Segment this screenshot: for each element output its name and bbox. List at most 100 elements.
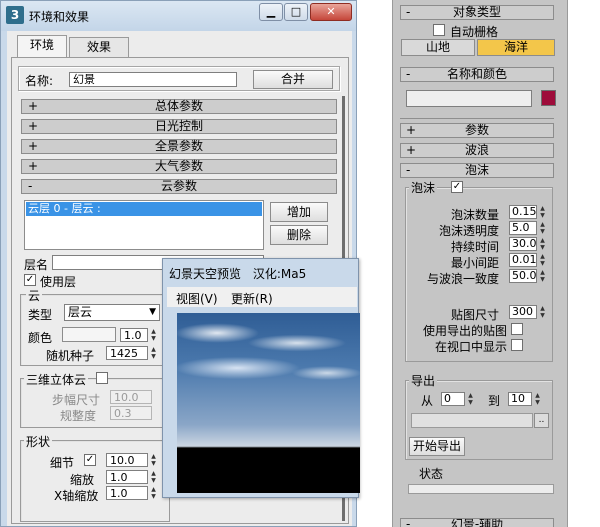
regularity-input[interactable]: 0.3 <box>110 406 152 420</box>
show-in-viewport-label: 在视口中显示 <box>434 340 507 354</box>
rollout-daylight-control[interactable]: + 日光控制 <box>21 119 337 134</box>
seed-input[interactable]: 1425 <box>106 346 148 360</box>
type-select[interactable]: 层云 ▼ <box>64 304 160 321</box>
tab-environment[interactable]: 环境 <box>17 35 67 58</box>
start-export-button[interactable]: 开始导出 <box>409 437 465 456</box>
expand-icon: + <box>28 139 39 153</box>
type-label: 类型 <box>28 308 53 322</box>
detail-checkbox[interactable]: ✓ <box>84 454 96 466</box>
auto-grid-checkbox[interactable] <box>433 24 445 36</box>
tab-effects[interactable]: 效果 <box>69 37 129 58</box>
expand-icon: + <box>28 99 39 113</box>
rollout-label: 云参数 <box>160 179 197 193</box>
expand-icon: + <box>28 119 39 133</box>
preview-title-text: 幻景天空预览 <box>169 267 242 281</box>
expand-icon: + <box>406 143 417 157</box>
rollout-foam[interactable]: - 泡沫 <box>400 163 554 178</box>
x-scale-input[interactable]: 1.0 <box>106 486 148 500</box>
map-size-input[interactable]: 300 <box>509 305 537 319</box>
rollout-waves[interactable]: + 波浪 <box>400 143 554 158</box>
rollout-general-params[interactable]: + 总体参数 <box>21 99 337 114</box>
rollout-cloud-params[interactable]: - 云参数 <box>21 179 337 194</box>
from-frame-input[interactable]: 0 <box>441 392 465 406</box>
scale-spinner[interactable]: ▲ ▼ <box>149 470 158 484</box>
export-path-input[interactable] <box>411 413 533 428</box>
maximize-button[interactable]: □ <box>284 3 308 21</box>
duration-label: 持续时间 <box>450 240 499 254</box>
detail-input[interactable]: 10.0 <box>106 453 148 467</box>
to-frame-spinner[interactable]: ▲ ▼ <box>533 392 542 406</box>
use-exported-map-checkbox[interactable] <box>511 323 523 335</box>
rollout-name-color[interactable]: - 名称和颜色 <box>400 67 554 82</box>
volumetric-cloud-checkbox[interactable] <box>96 372 108 384</box>
x-scale-spinner[interactable]: ▲ ▼ <box>149 486 158 500</box>
use-layer-checkbox[interactable]: ✓ <box>24 274 36 286</box>
rollout-helper[interactable]: - 幻景-辅助 <box>400 518 554 527</box>
rollout-panorama-params[interactable]: + 全景参数 <box>21 139 337 154</box>
to-frame-input[interactable]: 10 <box>508 392 532 406</box>
detail-spinner[interactable]: ▲ ▼ <box>149 453 158 467</box>
rollout-label: 泡沫 <box>464 163 489 177</box>
expand-icon: + <box>28 159 39 173</box>
close-button[interactable]: ✕ <box>310 3 352 21</box>
rollout-label: 幻景-辅助 <box>450 518 504 527</box>
collapse-icon: - <box>406 5 411 19</box>
step-size-label: 步幅尺寸 <box>52 393 101 407</box>
list-item-selected[interactable]: 云层 0 - 层云 : <box>26 202 262 216</box>
wave-conformity-spinner[interactable]: ▲ ▼ <box>538 269 547 283</box>
foam-enable-checkbox[interactable]: ✓ <box>451 181 463 193</box>
min-spacing-input[interactable]: 0.01 <box>509 253 537 267</box>
color-amount-spinner[interactable]: ▲ ▼ <box>149 328 158 342</box>
show-in-viewport-checkbox[interactable] <box>511 339 523 351</box>
scale-label: 缩放 <box>70 473 95 487</box>
export-group-label: 导出 <box>409 372 438 389</box>
collapse-icon: - <box>406 518 411 527</box>
menu-update[interactable]: 更新(R) <box>231 290 273 307</box>
use-exported-map-label: 使用导出的贴图 <box>422 324 507 338</box>
min-spacing-spinner[interactable]: ▲ ▼ <box>538 253 547 267</box>
add-button[interactable]: 增加 <box>270 202 328 222</box>
object-name-input[interactable] <box>406 90 532 107</box>
title-bar[interactable]: 3 环境和效果 ▁ □ ✕ <box>1 1 356 31</box>
rollout-parameters[interactable]: + 参数 <box>400 123 554 138</box>
duration-input[interactable]: 30.0 <box>509 237 537 251</box>
name-input[interactable]: 幻景 <box>69 72 237 87</box>
browse-button[interactable]: .. <box>534 413 549 428</box>
window-title: 环境和效果 <box>29 10 90 24</box>
foam-group-label: 泡沫 <box>409 179 438 196</box>
step-size-input[interactable]: 10.0 <box>110 390 152 404</box>
foam-amount-spinner[interactable]: ▲ ▼ <box>538 205 547 219</box>
rollout-atmosphere-params[interactable]: + 大气参数 <box>21 159 337 174</box>
from-frame-spinner[interactable]: ▲ ▼ <box>466 392 475 406</box>
preview-menubar: 视图(V) 更新(R) <box>167 287 357 307</box>
rollout-label: 参数 <box>464 123 489 137</box>
separator <box>400 118 554 119</box>
foam-opacity-spinner[interactable]: ▲ ▼ <box>538 221 547 235</box>
ocean-button[interactable]: 海洋 <box>477 39 555 56</box>
sky-preview-window[interactable]: 幻景天空预览 汉化:Ma5 视图(V) 更新(R) <box>162 258 360 498</box>
seed-spinner[interactable]: ▲ ▼ <box>149 346 158 360</box>
hill-button[interactable]: 山地 <box>401 39 475 56</box>
foam-amount-input[interactable]: 0.15 <box>509 205 537 219</box>
map-size-spinner[interactable]: ▲ ▼ <box>538 305 547 319</box>
color-amount-input[interactable]: 1.0 <box>120 328 148 342</box>
wave-conformity-input[interactable]: 50.0 <box>509 269 537 283</box>
collapse-icon: - <box>406 163 411 177</box>
rollout-label: 全景参数 <box>154 139 203 153</box>
x-scale-label: X轴缩放 <box>54 489 99 503</box>
scale-input[interactable]: 1.0 <box>106 470 148 484</box>
foam-opacity-input[interactable]: 5.0 <box>509 221 537 235</box>
cloud-layer-list[interactable]: 云层 0 - 层云 : <box>24 200 264 250</box>
rollout-object-type[interactable]: - 对象类型 <box>400 5 554 20</box>
object-color-swatch[interactable] <box>541 90 556 106</box>
minimize-button[interactable]: ▁ <box>259 3 283 21</box>
use-layer-label: 使用层 <box>40 275 77 289</box>
shape-label: 形状 <box>24 433 53 450</box>
delete-button[interactable]: 删除 <box>270 225 328 245</box>
merge-button[interactable]: 合并 <box>253 70 333 89</box>
type-select-value: 层云 <box>68 305 93 319</box>
duration-spinner[interactable]: ▲ ▼ <box>538 237 547 251</box>
cloud-color-swatch[interactable] <box>62 327 116 342</box>
preview-credit: 汉化:Ma5 <box>252 267 307 281</box>
menu-view[interactable]: 视图(V) <box>176 290 218 307</box>
